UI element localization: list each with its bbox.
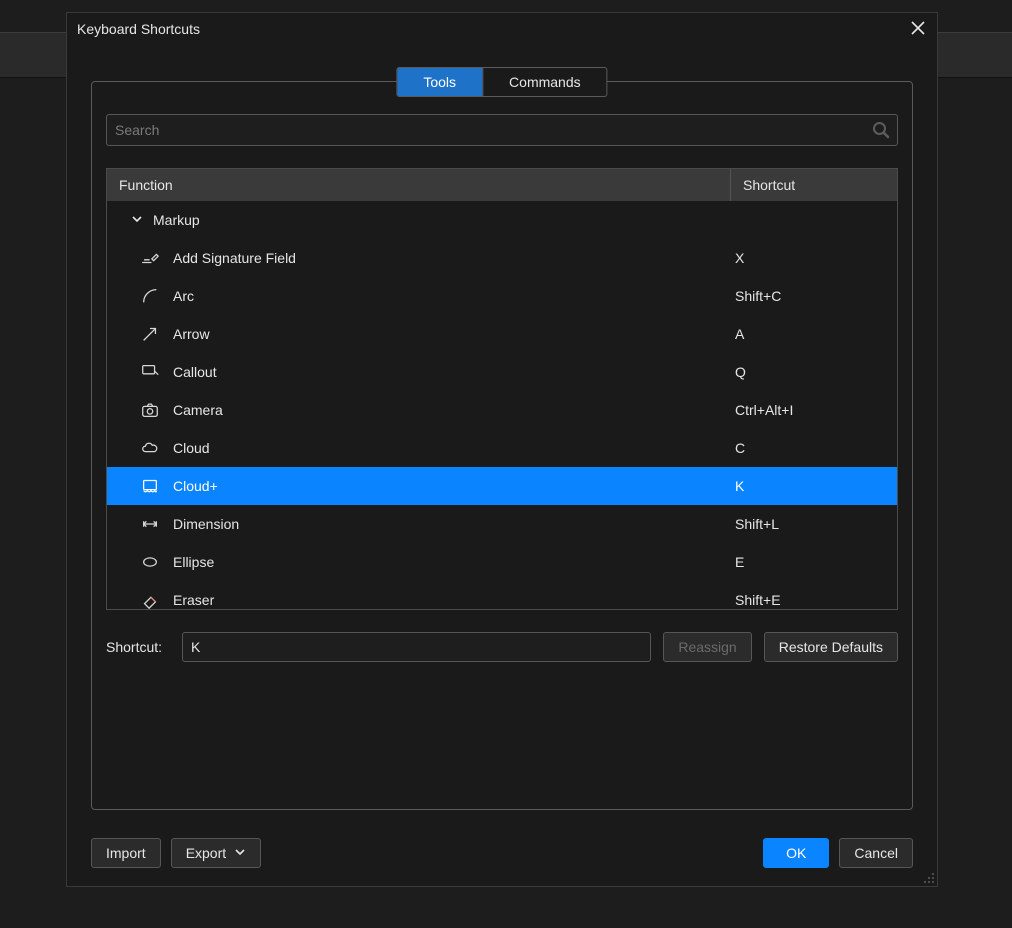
table-row[interactable]: Eraser Shift+E (107, 581, 897, 609)
row-shortcut: Shift+C (731, 288, 897, 304)
shortcuts-table: Function Shortcut Markup Add Signature F… (106, 168, 898, 610)
row-label: Dimension (173, 516, 239, 532)
table-row[interactable]: Arrow A (107, 315, 897, 353)
restore-defaults-button[interactable]: Restore Defaults (764, 632, 898, 662)
row-label: Arrow (173, 326, 210, 342)
cloudplus-icon (139, 475, 161, 497)
search-bar[interactable] (106, 114, 898, 146)
dialog-title: Keyboard Shortcuts (77, 21, 200, 37)
shortcut-edit-row: Shortcut: Reassign Restore Defaults (106, 632, 898, 662)
eraser-icon (139, 589, 161, 609)
table-row[interactable]: Camera Ctrl+Alt+I (107, 391, 897, 429)
keyboard-shortcuts-dialog: Keyboard Shortcuts Tools Commands (66, 12, 938, 887)
shortcut-input[interactable] (182, 632, 651, 662)
cloud-icon (139, 437, 161, 459)
camera-icon (139, 399, 161, 421)
row-label: Add Signature Field (173, 250, 296, 266)
main-panel: Function Shortcut Markup Add Signature F… (91, 81, 913, 810)
cancel-button[interactable]: Cancel (839, 838, 913, 868)
row-shortcut: C (731, 440, 897, 456)
tab-commands[interactable]: Commands (482, 68, 607, 96)
table-header: Function Shortcut (107, 169, 897, 201)
table-row[interactable]: Cloud+ K (107, 467, 897, 505)
chevron-down-icon (131, 212, 143, 228)
export-label: Export (186, 845, 226, 861)
chevron-down-icon (234, 845, 246, 861)
table-row[interactable]: Dimension Shift+L (107, 505, 897, 543)
row-shortcut: K (731, 478, 897, 494)
row-shortcut: Shift+L (731, 516, 897, 532)
group-label: Markup (153, 212, 200, 228)
row-label: Cloud+ (173, 478, 218, 494)
callout-icon (139, 361, 161, 383)
header-function[interactable]: Function (107, 169, 731, 201)
table-row[interactable]: Add Signature Field X (107, 239, 897, 277)
arrow-icon (139, 323, 161, 345)
table-row[interactable]: Ellipse E (107, 543, 897, 581)
row-shortcut: A (731, 326, 897, 342)
dialog-content: Tools Commands Function Shortcut (67, 45, 937, 886)
ok-button[interactable]: OK (763, 838, 829, 868)
close-icon (911, 21, 925, 38)
header-shortcut[interactable]: Shortcut (731, 169, 897, 201)
signature-icon (139, 247, 161, 269)
table-row[interactable]: Cloud C (107, 429, 897, 467)
dimension-icon (139, 513, 161, 535)
tab-tools[interactable]: Tools (397, 68, 482, 96)
table-body[interactable]: Markup Add Signature Field X Arc Shift+C Arr… (107, 201, 897, 609)
row-label: Arc (173, 288, 194, 304)
import-button[interactable]: Import (91, 838, 161, 868)
table-row[interactable]: Callout Q (107, 353, 897, 391)
row-label: Ellipse (173, 554, 214, 570)
row-shortcut: Q (731, 364, 897, 380)
reassign-button: Reassign (663, 632, 751, 662)
tabs: Tools Commands (396, 67, 607, 97)
search-input[interactable] (115, 122, 871, 138)
search-icon (871, 120, 891, 140)
row-label: Cloud (173, 440, 210, 456)
row-shortcut: X (731, 250, 897, 266)
row-shortcut: E (731, 554, 897, 570)
table-row[interactable]: Arc Shift+C (107, 277, 897, 315)
export-button[interactable]: Export (171, 838, 261, 868)
resize-grip-icon[interactable] (921, 870, 935, 884)
row-label: Eraser (173, 592, 214, 608)
row-shortcut: Ctrl+Alt+I (731, 402, 897, 418)
group-markup[interactable]: Markup (107, 201, 897, 239)
row-shortcut: Shift+E (731, 592, 897, 608)
row-label: Callout (173, 364, 217, 380)
arc-icon (139, 285, 161, 307)
titlebar: Keyboard Shortcuts (67, 13, 937, 45)
shortcut-label: Shortcut: (106, 639, 170, 655)
close-button[interactable] (907, 18, 929, 40)
dialog-footer: Import Export OK Cancel (91, 838, 913, 868)
row-label: Camera (173, 402, 223, 418)
ellipse-icon (139, 551, 161, 573)
